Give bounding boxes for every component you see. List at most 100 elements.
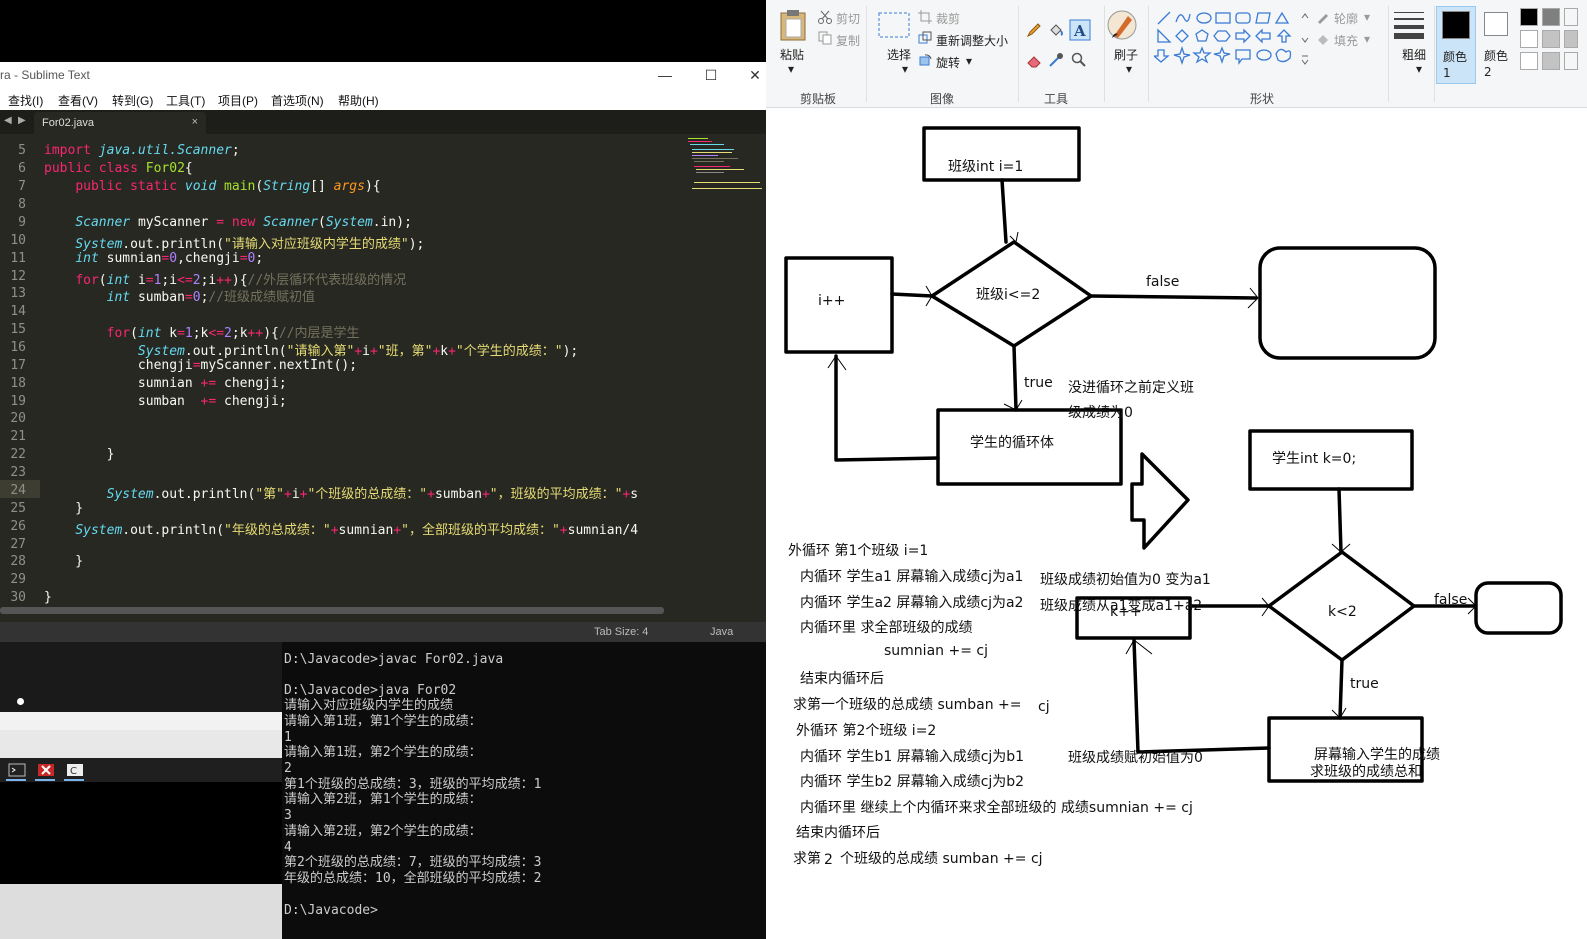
true2-label: true: [1350, 676, 1379, 692]
background-panel: [0, 730, 282, 758]
terminal-icon[interactable]: [8, 763, 26, 777]
line-number: 12: [10, 269, 26, 284]
menu-find[interactable]: 查找(I): [8, 92, 43, 109]
palette-swatch[interactable]: [1542, 30, 1560, 48]
select-dropdown-icon[interactable]: ▾: [902, 62, 908, 76]
color2-swatch[interactable]: [1484, 12, 1508, 36]
note-line: 内循环里 继续上个内循环来求全部班级的 成绩sumnian += cj: [800, 800, 1193, 816]
code-line: int sumban=0;//班级成绩赋初值: [106, 290, 316, 305]
palette-swatch[interactable]: [1520, 8, 1538, 26]
rotate-icon[interactable]: [918, 53, 932, 67]
note-line: 班级成绩初始值为0 变为a1: [1040, 572, 1211, 588]
palette-swatch[interactable]: [1564, 52, 1578, 70]
brush-dropdown-icon[interactable]: ▾: [1126, 62, 1132, 76]
cut-icon[interactable]: [818, 10, 832, 24]
palette-swatch[interactable]: [1520, 52, 1538, 70]
syntax-indicator[interactable]: Java: [710, 626, 733, 638]
eraser-icon[interactable]: [1026, 54, 1042, 68]
line-number: 17: [10, 358, 26, 373]
app-icon[interactable]: [37, 763, 55, 777]
line-number: 6: [18, 161, 26, 176]
rotate-button[interactable]: 旋转: [936, 54, 960, 71]
note-line: 结束内循环后: [796, 825, 880, 841]
resize-icon[interactable]: [918, 31, 932, 45]
line-number: 27: [10, 537, 26, 552]
tab-prev-icon[interactable]: ◀: [4, 115, 12, 126]
size-dropdown-icon[interactable]: ▾: [1416, 62, 1422, 76]
outline-icon[interactable]: [1316, 10, 1330, 24]
note-line: 内循环里 求全部班级的成绩: [800, 620, 973, 636]
fill-shape-icon[interactable]: [1316, 32, 1330, 46]
line-number: 14: [10, 304, 26, 319]
pencil-icon[interactable]: [1026, 22, 1042, 38]
line-number: 16: [10, 340, 26, 355]
menu-tools[interactable]: 工具(T): [166, 92, 205, 109]
fill-icon[interactable]: [1048, 22, 1064, 38]
background-panel: [0, 782, 282, 884]
copy-button[interactable]: 复制: [836, 32, 860, 49]
command-prompt[interactable]: D:\Javacode>javac For02.java D:\Javacode…: [282, 642, 766, 939]
tab-size-indicator[interactable]: Tab Size: 4: [594, 626, 648, 638]
line-number: 20: [10, 411, 26, 426]
color1-selector[interactable]: 颜色 1: [1436, 6, 1476, 84]
menu-goto[interactable]: 转到(G): [112, 92, 153, 109]
paint-window: 粘贴 ▾ 剪切 复制 剪贴板 选择 ▾ 裁剪 重新调整大小 旋转 ▾ 图像 A …: [766, 0, 1587, 939]
palette-swatch[interactable]: [1542, 52, 1560, 70]
shapes-scroll[interactable]: [1299, 10, 1311, 66]
fill-button[interactable]: 填充: [1334, 32, 1358, 49]
drawing-canvas[interactable]: 班级int i=1 班级i<=2 i++ 学生的循环体 false true 没…: [766, 108, 1587, 939]
magnifier-icon[interactable]: [1071, 52, 1087, 68]
cond1-text: 班级i<=2: [976, 287, 1040, 303]
palette-swatch[interactable]: [1564, 8, 1578, 26]
body2b-text: 求班级的成绩总和: [1310, 764, 1422, 780]
brush-button[interactable]: 刷子: [1114, 46, 1138, 63]
tab-next-icon[interactable]: ▶: [18, 115, 26, 126]
text-icon[interactable]: A: [1069, 19, 1091, 41]
crop-icon[interactable]: [918, 10, 932, 24]
menu-view[interactable]: 查看(V): [58, 92, 98, 109]
background-strip: [0, 642, 282, 712]
init1-text: 班级int i=1: [948, 159, 1023, 175]
palette-swatch[interactable]: [1564, 30, 1578, 48]
tab-for02[interactable]: For02.java ×: [34, 112, 206, 134]
size-button[interactable]: 粗细: [1402, 46, 1426, 63]
paste-button[interactable]: 粘贴: [780, 46, 804, 63]
color-picker-icon[interactable]: [1048, 52, 1064, 68]
menu-preferences[interactable]: 首选项(N): [271, 92, 324, 109]
select-button[interactable]: 选择: [887, 46, 911, 63]
palette-swatch[interactable]: [1542, 8, 1560, 26]
code-line: public static void main(String[] args){: [75, 179, 381, 194]
crop-button[interactable]: 裁剪: [936, 10, 960, 27]
editor-icon[interactable]: C: [66, 763, 84, 777]
outline-button[interactable]: 轮廓: [1334, 10, 1358, 27]
menu-project[interactable]: 项目(P): [218, 92, 258, 109]
horizontal-scrollbar[interactable]: [0, 607, 664, 614]
note-line: 求第: [793, 851, 821, 867]
console-line: 2: [284, 761, 292, 776]
rotate-dropdown-icon[interactable]: ▾: [966, 54, 972, 68]
tab-close-icon[interactable]: ×: [192, 116, 198, 128]
paste-dropdown-icon[interactable]: ▾: [788, 62, 794, 76]
code-editor[interactable]: 5 6 7 8 9 10 11 12 13 14 15 16 17 18 19 …: [0, 134, 774, 605]
note-line: 外循环 第2个班级 i=2: [796, 723, 937, 739]
note-line: 2: [824, 852, 833, 868]
resize-button[interactable]: 重新调整大小: [936, 32, 1008, 49]
brush-icon[interactable]: [1106, 8, 1138, 42]
palette-swatch[interactable]: [1520, 30, 1538, 48]
shapes-gallery[interactable]: [1154, 10, 1302, 68]
arrow-true2: [1338, 658, 1344, 720]
select-icon[interactable]: [878, 12, 910, 38]
minimap[interactable]: [688, 134, 764, 194]
copy-icon[interactable]: [818, 31, 832, 45]
maximize-button[interactable]: ☐: [696, 64, 726, 86]
minimize-button[interactable]: —: [650, 64, 680, 86]
line-number: 13: [10, 286, 26, 301]
color1-swatch: [1442, 11, 1470, 39]
window-title: ra - Sublime Text: [0, 68, 90, 82]
cut-button[interactable]: 剪切: [836, 10, 860, 27]
size-icon[interactable]: [1392, 10, 1426, 40]
fill-dropdown-icon: ▾: [1364, 32, 1371, 46]
menu-help[interactable]: 帮助(H): [338, 92, 379, 109]
note-line: 外循环 第1个班级 i=1: [788, 543, 929, 559]
paste-icon[interactable]: [778, 8, 808, 42]
